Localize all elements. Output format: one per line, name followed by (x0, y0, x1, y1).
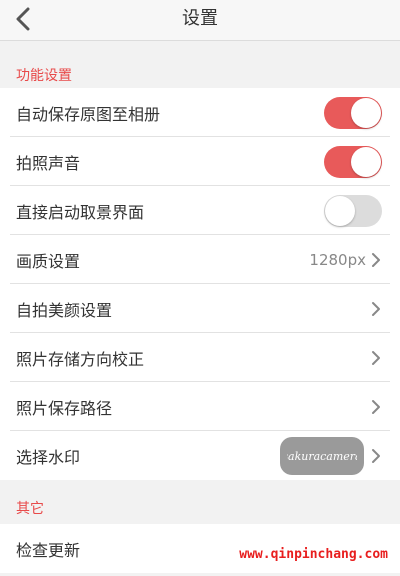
toggle-knob (351, 97, 381, 128)
auto-save-original-toggle[interactable] (324, 96, 382, 129)
setting-label: 照片存储方向校正 (16, 349, 145, 369)
toggle-knob (325, 195, 355, 226)
chevron-right-icon (370, 301, 382, 317)
setting-label: 选择水印 (16, 447, 81, 467)
chevron-left-icon (16, 7, 30, 31)
watermark-signature-image: sakuracamera (287, 450, 357, 463)
svg-text:sakuracamera: sakuracamera (287, 450, 357, 463)
setting-label: 拍照声音 (16, 153, 81, 173)
setting-row-auto-save-original: 自动保存原图至相册 (0, 88, 400, 137)
toggle-knob (351, 146, 381, 177)
setting-row-image-quality[interactable]: 画质设置 1280px (0, 235, 400, 284)
shutter-sound-toggle[interactable] (324, 145, 382, 178)
setting-row-photo-orientation[interactable]: 照片存储方向校正 (0, 333, 400, 382)
back-button[interactable] (8, 4, 38, 34)
chevron-right-icon (370, 252, 382, 268)
setting-label: 自动保存原图至相册 (16, 104, 161, 124)
setting-label: 直接启动取景界面 (16, 202, 145, 222)
page-title: 设置 (182, 8, 218, 29)
setting-label: 自拍美颜设置 (16, 300, 113, 320)
chevron-right-icon (370, 448, 382, 464)
site-watermark-text: www.qinpinchang.com (239, 547, 388, 562)
setting-row-shutter-sound: 拍照声音 (0, 137, 400, 186)
section-header-other: 其它 (0, 480, 400, 524)
setting-row-selfie-beauty[interactable]: 自拍美颜设置 (0, 284, 400, 333)
section-header-features: 功能设置 (0, 41, 400, 88)
setting-row-launch-viewfinder: 直接启动取景界面 (0, 186, 400, 235)
setting-label: 画质设置 (16, 251, 81, 271)
setting-label: 照片保存路径 (16, 398, 113, 418)
top-bar: 设置 (0, 0, 400, 41)
launch-viewfinder-toggle[interactable] (324, 194, 382, 227)
watermark-preview[interactable]: sakuracamera (280, 436, 364, 475)
setting-row-save-path[interactable]: 照片保存路径 (0, 382, 400, 431)
chevron-right-icon (370, 399, 382, 415)
setting-row-watermark[interactable]: 选择水印 sakuracamera (0, 431, 400, 480)
image-quality-value: 1280px (309, 250, 366, 269)
chevron-right-icon (370, 350, 382, 366)
